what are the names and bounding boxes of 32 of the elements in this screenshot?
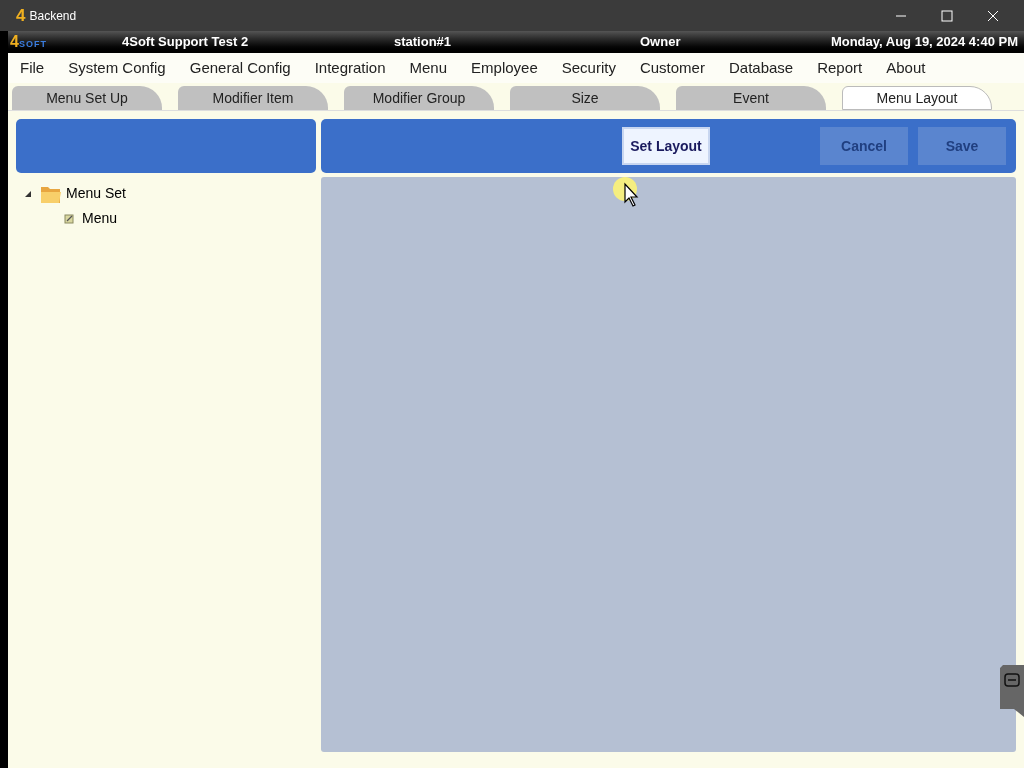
menubar-entry[interactable]: System Config xyxy=(68,56,166,80)
company-name: 4Soft Support Test 2 xyxy=(122,33,249,52)
tab[interactable]: Size xyxy=(510,86,660,110)
user-role: Owner xyxy=(640,33,681,52)
date-time: Monday, Aug 19, 2024 4:40 PM xyxy=(830,33,1018,52)
menubar-entry[interactable]: Customer xyxy=(639,56,705,80)
menubar-entry[interactable]: Report xyxy=(817,56,863,80)
tree-item[interactable]: Menu Set xyxy=(66,183,126,204)
tab[interactable]: Event xyxy=(676,86,826,110)
menubar-entry[interactable]: Employee xyxy=(471,56,538,80)
window-title: Backend xyxy=(29,7,77,25)
menubar-entry[interactable]: General Config xyxy=(189,56,291,80)
tree-item[interactable]: Menu xyxy=(82,208,118,229)
tab[interactable]: Modifier Group xyxy=(344,86,494,110)
close-icon[interactable] xyxy=(987,9,999,22)
menubar-entry[interactable]: About xyxy=(886,56,926,80)
side-handle-icon[interactable] xyxy=(1000,665,1024,717)
expander-icon[interactable] xyxy=(24,189,32,198)
station-name: station#1 xyxy=(394,33,452,52)
menubar-entry[interactable]: Security xyxy=(561,56,616,80)
menubar-entry[interactable]: Menu xyxy=(409,56,448,80)
maximize-icon[interactable] xyxy=(941,9,953,22)
document-icon xyxy=(64,213,74,224)
tab[interactable]: Menu Set Up xyxy=(12,86,162,110)
tab[interactable]: Modifier Item xyxy=(178,86,328,110)
brand-logo: 4SOFT xyxy=(10,32,47,52)
app-logo: 4 xyxy=(16,4,26,27)
tab[interactable]: Menu Layout xyxy=(842,86,992,110)
menubar-entry[interactable]: Database xyxy=(728,56,794,80)
menubar-entry[interactable]: File xyxy=(20,56,45,80)
toolbar-button[interactable]: Set Layout xyxy=(622,127,710,165)
menubar-entry[interactable]: Integration xyxy=(314,56,386,80)
